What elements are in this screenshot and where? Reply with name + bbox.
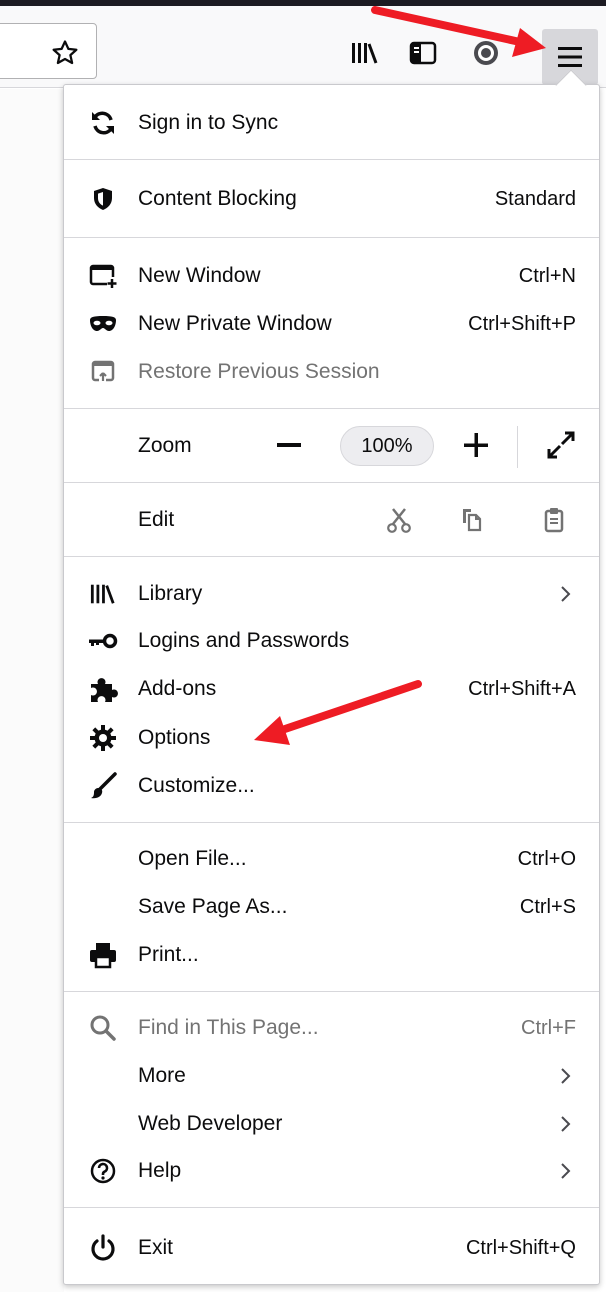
chevron-right-icon xyxy=(561,1163,571,1179)
menu-item-new-window[interactable]: New Window Ctrl+N xyxy=(64,254,599,298)
menu-item-label: Zoom xyxy=(138,434,192,457)
key-icon xyxy=(86,625,120,657)
menu-item-help[interactable]: Help xyxy=(64,1149,599,1193)
menu-item-label: Web Developer xyxy=(138,1112,283,1135)
gear-icon xyxy=(86,722,120,754)
menu-item-label: More xyxy=(138,1064,186,1087)
menu-item-label: Content Blocking xyxy=(138,187,297,210)
zoom-out-button[interactable] xyxy=(277,443,301,447)
menu-item-find-in-page[interactable]: Find in This Page... Ctrl+F xyxy=(64,1006,599,1050)
menu-item-more[interactable]: More xyxy=(64,1054,599,1098)
bookmark-star-icon[interactable] xyxy=(48,36,82,70)
menu-item-label: Add-ons xyxy=(138,677,217,700)
library-icon[interactable] xyxy=(347,36,383,70)
shortcut-label: Ctrl+Shift+A xyxy=(468,678,576,700)
menu-item-open-file[interactable]: Open File... Ctrl+O xyxy=(64,837,599,881)
menu-separator xyxy=(64,482,599,483)
menu-item-label: Save Page As... xyxy=(138,895,288,918)
zoom-in-button[interactable] xyxy=(463,432,489,458)
search-icon xyxy=(86,1012,120,1044)
restore-session-icon xyxy=(86,356,120,388)
menu-item-exit[interactable]: Exit Ctrl+Shift+Q xyxy=(64,1226,599,1270)
chevron-right-icon xyxy=(561,1068,571,1084)
menu-item-label: Print... xyxy=(138,943,199,966)
menu-item-library[interactable]: Library xyxy=(64,572,599,616)
chevron-right-icon xyxy=(561,1116,571,1132)
fullscreen-icon[interactable] xyxy=(546,430,576,460)
menu-item-label: New Window xyxy=(138,264,261,287)
paste-icon[interactable] xyxy=(537,504,571,536)
help-icon xyxy=(86,1155,120,1187)
menu-item-label: Library xyxy=(138,582,203,605)
printer-icon xyxy=(86,939,120,971)
shortcut-label: Ctrl+S xyxy=(519,896,576,918)
menu-item-label: Restore Previous Session xyxy=(138,360,380,383)
menu-item-customize[interactable]: Customize... xyxy=(64,764,599,808)
menu-item-label: Customize... xyxy=(138,774,255,797)
menu-item-label: Open File... xyxy=(138,847,247,870)
menu-separator xyxy=(64,556,599,557)
menu-item-label: Options xyxy=(138,726,211,749)
menu-item-options[interactable]: Options xyxy=(64,716,599,760)
cut-icon[interactable] xyxy=(382,504,416,536)
menu-item-content-blocking[interactable]: Content Blocking Standard xyxy=(64,177,599,221)
menu-separator xyxy=(64,237,599,238)
copy-icon[interactable] xyxy=(455,504,489,536)
menu-separator xyxy=(64,1207,599,1208)
content-blocking-level: Standard xyxy=(494,188,576,210)
menu-item-label: Exit xyxy=(138,1236,174,1259)
power-icon xyxy=(86,1232,120,1264)
menu-item-restore-session: Restore Previous Session xyxy=(64,350,599,394)
menu-item-addons[interactable]: Add-ons Ctrl+Shift+A xyxy=(64,667,599,711)
library-icon xyxy=(86,578,120,610)
zoom-reset-button[interactable]: 100% xyxy=(340,426,434,466)
menu-item-new-private-window[interactable]: New Private Window Ctrl+Shift+P xyxy=(64,302,599,346)
menu-separator xyxy=(64,822,599,823)
menu-item-sign-in-sync[interactable]: Sign in to Sync xyxy=(64,101,599,145)
sync-icon xyxy=(86,107,120,139)
shortcut-label: Ctrl+Shift+P xyxy=(468,313,576,335)
shortcut-label: Ctrl+F xyxy=(521,1017,576,1039)
page-gutter xyxy=(0,89,64,1292)
shield-icon xyxy=(86,183,120,215)
menu-item-label: Help xyxy=(138,1159,182,1182)
sidebar-icon[interactable] xyxy=(404,36,442,70)
new-window-icon xyxy=(86,260,120,292)
menu-item-print[interactable]: Print... xyxy=(64,933,599,977)
menu-item-web-developer[interactable]: Web Developer xyxy=(64,1102,599,1146)
menu-item-label: Find in This Page... xyxy=(138,1016,319,1039)
menu-separator xyxy=(64,408,599,409)
menu-item-label: New Private Window xyxy=(138,312,332,335)
menu-item-label: Logins and Passwords xyxy=(138,629,350,652)
hamburger-menu-icon xyxy=(558,47,582,67)
menu-item-logins-passwords[interactable]: Logins and Passwords xyxy=(64,619,599,663)
menu-item-label: Edit xyxy=(138,508,175,531)
private-mask-icon xyxy=(86,308,120,340)
paintbrush-icon xyxy=(86,770,120,802)
menu-item-save-page[interactable]: Save Page As... Ctrl+S xyxy=(64,885,599,929)
shortcut-label: Ctrl+Shift+Q xyxy=(465,1237,576,1259)
puzzle-piece-icon xyxy=(86,673,120,705)
chevron-right-icon xyxy=(561,586,571,602)
menu-item-zoom: Zoom 100% xyxy=(64,424,599,468)
account-icon[interactable] xyxy=(469,36,503,70)
zoom-divider xyxy=(517,426,518,468)
menu-separator xyxy=(64,159,599,160)
menu-separator xyxy=(64,991,599,992)
shortcut-label: Ctrl+N xyxy=(518,265,576,287)
menu-item-edit: Edit xyxy=(64,498,599,542)
menu-item-label: Sign in to Sync xyxy=(138,111,279,134)
shortcut-label: Ctrl+O xyxy=(517,848,576,870)
navigation-toolbar xyxy=(0,6,606,88)
